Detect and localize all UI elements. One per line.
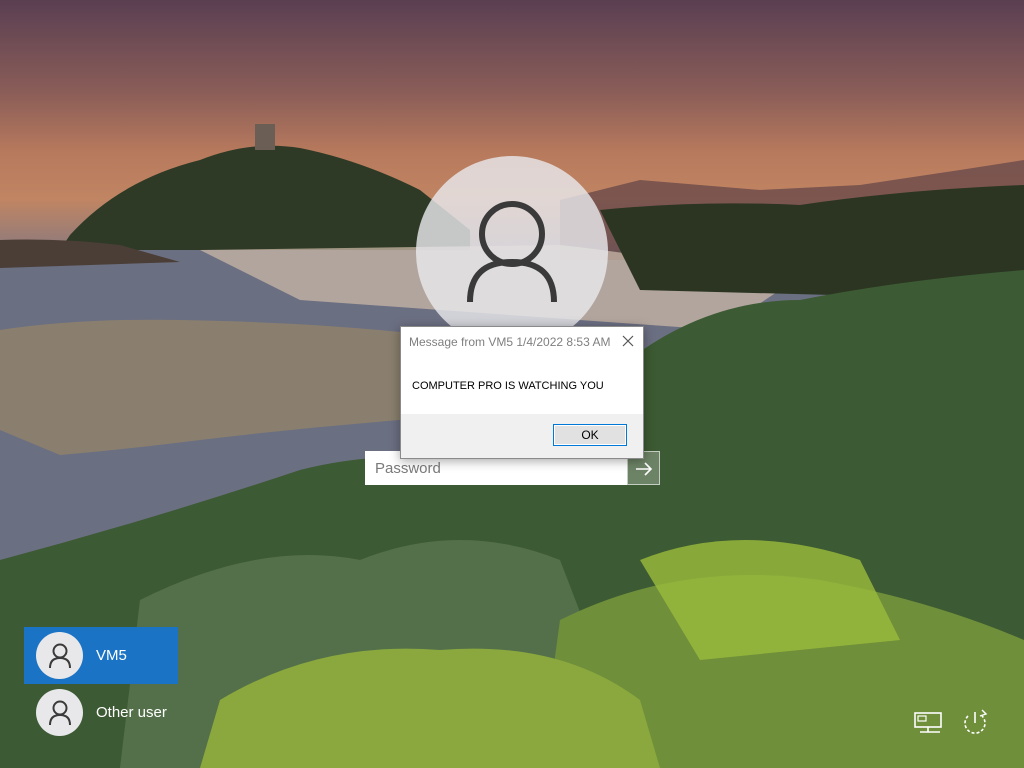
user-item-label: VM5 <box>96 647 127 664</box>
user-item-vm5[interactable]: VM5 <box>24 627 178 684</box>
user-item-label: Other user <box>96 704 167 721</box>
network-button[interactable] <box>912 706 946 740</box>
system-tray <box>912 706 992 740</box>
power-button[interactable] <box>958 706 992 740</box>
user-icon <box>49 700 71 726</box>
dialog-title: Message from VM5 1/4/2022 8:53 AM <box>409 335 611 349</box>
user-avatar-large <box>416 156 608 348</box>
user-list: VM5 Other user <box>24 627 178 741</box>
close-button[interactable] <box>621 334 635 348</box>
arrow-right-icon <box>636 462 653 476</box>
power-icon <box>964 709 988 734</box>
avatar <box>36 689 83 736</box>
user-item-other-user[interactable]: Other user <box>24 684 178 741</box>
network-icon <box>914 712 942 733</box>
user-icon <box>49 643 71 669</box>
avatar <box>36 632 83 679</box>
dialog-footer: OK <box>401 414 643 458</box>
ok-button[interactable]: OK <box>553 424 627 446</box>
dialog-message: COMPUTER PRO IS WATCHING YOU <box>412 380 604 392</box>
message-dialog: Message from VM5 1/4/2022 8:53 AM COMPUT… <box>400 326 644 459</box>
close-icon <box>622 335 634 347</box>
user-icon <box>467 201 557 303</box>
